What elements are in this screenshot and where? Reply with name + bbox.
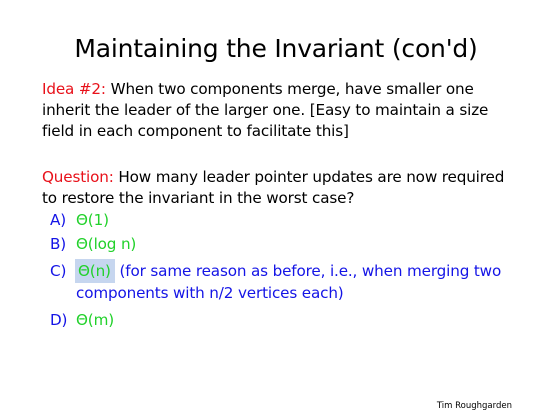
option-b: B) Θ(log n) — [50, 234, 136, 255]
slide: Maintaining the Invariant (con'd) Idea #… — [0, 0, 552, 414]
option-letter: B) — [50, 235, 67, 253]
idea-text: When two components merge, have smaller … — [42, 80, 489, 140]
option-a: A) Θ(1) — [50, 210, 109, 231]
option-explanation-continued: components with n/2 vertices each) — [76, 284, 344, 302]
idea-paragraph: Idea #2: When two components merge, have… — [42, 79, 512, 142]
question-label: Question: — [42, 168, 114, 186]
option-letter: D) — [50, 311, 68, 329]
author-credit: Tim Roughgarden — [436, 401, 512, 411]
question-paragraph: Question: How many leader pointer update… — [42, 167, 512, 209]
option-answer: Θ(1) — [76, 211, 109, 229]
highlighted-answer: Θ(n) — [75, 259, 115, 283]
slide-title: Maintaining the Invariant (con'd) — [74, 34, 478, 63]
option-c: C) Θ(n) (for same reason as before, i.e.,… — [50, 259, 502, 283]
option-explanation: (for same reason as before, i.e., when m… — [114, 262, 502, 280]
idea-label: Idea #2: — [42, 80, 106, 98]
option-answer: Θ(m) — [76, 311, 114, 329]
option-d: D) Θ(m) — [50, 310, 114, 331]
option-letter: A) — [50, 211, 67, 229]
option-answer: Θ(log n) — [76, 235, 137, 253]
option-letter: C) — [50, 262, 67, 280]
